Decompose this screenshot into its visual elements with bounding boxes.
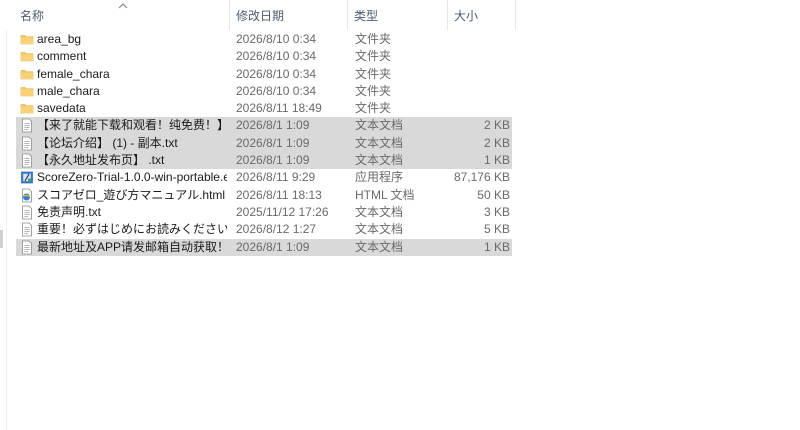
file-name: 重要！必ずはじめにお読みください！.txt [37, 222, 227, 237]
file-type: 文本文档 [355, 222, 404, 237]
file-type: 文本文档 [355, 204, 404, 219]
column-header-name-label: 名称 [20, 9, 45, 23]
text-file-icon [20, 136, 34, 151]
text-file-icon [20, 222, 34, 237]
file-type: 文件夹 [355, 101, 392, 116]
file-row[interactable]: ScoreZero-Trial-1.0.0-win-portable.exe 20… [16, 169, 512, 186]
file-date-modified: 2026/8/1 1:09 [236, 118, 310, 133]
file-row[interactable]: 重要！必ずはじめにお読みください！.txt 2026/8/12 1:27 文本文档 5… [16, 221, 512, 238]
column-header-bar: 名称 修改日期 类型 大小 [0, 0, 800, 30]
file-size [446, 66, 510, 83]
file-row[interactable]: comment 2026/8/10 0:34 文件夹 [16, 48, 512, 65]
file-date-modified: 2026/8/1 1:09 [236, 239, 310, 254]
file-row[interactable]: 【论坛介绍】 (1) - 副本.txt 2026/8/1 1:09 文本文档 2 KB [16, 134, 512, 153]
file-name: female_chara [37, 66, 110, 81]
column-header-type-label: 类型 [354, 9, 379, 23]
file-name: 【论坛介绍】 (1) - 副本.txt [37, 135, 178, 150]
file-size: 1 KB [483, 239, 510, 254]
file-row[interactable]: 【来了就能下载和观看！纯免费！】 - 副... 2026/8/1 1:09 文本文档… [16, 117, 512, 135]
file-name: male_chara [37, 83, 100, 98]
file-type: 文件夹 [355, 66, 392, 81]
file-name: comment [37, 49, 87, 64]
file-date-modified: 2026/8/10 0:34 [236, 66, 317, 81]
file-size: 3 KB [483, 204, 510, 219]
folder-icon [20, 32, 34, 47]
file-type: 应用程序 [355, 170, 404, 185]
file-row[interactable]: savedata 2026/8/11 18:49 文件夹 [16, 100, 512, 117]
text-file-icon [20, 240, 34, 255]
file-row[interactable]: female_chara 2026/8/10 0:34 文件夹 [16, 66, 512, 83]
file-size [446, 31, 510, 48]
file-type: 文本文档 [355, 239, 404, 254]
file-type: 文本文档 [355, 118, 404, 133]
file-row[interactable]: スコアゼロ_遊び方マニュアル.html 2026/8/11 18:13 HTML 文… [16, 187, 512, 204]
file-type: 文本文档 [355, 135, 404, 150]
file-size: 5 KB [483, 222, 510, 237]
file-row[interactable]: area_bg 2026/8/10 0:34 文件夹 [16, 31, 512, 48]
file-list: area_bg 2026/8/10 0:34 文件夹 comment 2026/8/10… [16, 31, 512, 256]
file-name: 最新地址及APP请发邮箱自动获取！！！... [37, 239, 227, 254]
file-size: 2 KB [483, 135, 510, 150]
file-size: 1 KB [483, 153, 510, 168]
file-date-modified: 2026/8/11 18:49 [236, 101, 322, 116]
column-header-size[interactable]: 大小 [448, 0, 516, 30]
file-size [446, 48, 510, 65]
file-date-modified: 2026/8/1 1:09 [236, 135, 310, 150]
file-name: 【永久地址发布页】 .txt [37, 153, 165, 168]
file-row[interactable]: 【永久地址发布页】 .txt 2026/8/1 1:09 文本文档 1 KB [16, 152, 512, 170]
text-file-icon [20, 118, 34, 133]
file-type: HTML 文档 [355, 187, 415, 202]
file-type: 文件夹 [355, 83, 392, 98]
text-file-icon [20, 205, 34, 220]
file-name: スコアゼロ_遊び方マニュアル.html [37, 187, 226, 202]
column-header-date[interactable]: 修改日期 [230, 0, 348, 30]
file-size: 87,176 KB [453, 170, 510, 185]
file-name: area_bg [37, 32, 82, 46]
file-type: 文件夹 [355, 32, 392, 46]
folder-icon [20, 67, 34, 82]
file-size [446, 83, 510, 100]
text-file-icon [20, 153, 34, 168]
file-size: 50 KB [477, 187, 510, 202]
folder-icon [20, 101, 34, 116]
file-row[interactable]: 免责声明.txt 2025/11/12 17:26 文本文档 3 KB [16, 204, 512, 221]
column-header-size-label: 大小 [454, 9, 479, 23]
column-header-type[interactable]: 类型 [348, 0, 448, 30]
file-row[interactable]: male_chara 2026/8/10 0:34 文件夹 [16, 83, 512, 100]
folder-icon [20, 84, 34, 99]
file-date-modified: 2026/8/10 0:34 [236, 83, 317, 98]
file-type: 文件夹 [355, 49, 392, 64]
file-name: 免责声明.txt [37, 204, 102, 219]
app-exe-icon [20, 170, 34, 185]
file-size: 2 KB [483, 118, 510, 133]
left-pane-divider [6, 0, 7, 430]
file-name: ScoreZero-Trial-1.0.0-win-portable.exe [37, 170, 227, 185]
html-file-icon [20, 188, 34, 203]
file-date-modified: 2026/8/1 1:09 [236, 153, 310, 168]
column-header-date-label: 修改日期 [236, 9, 285, 23]
file-date-modified: 2026/8/10 0:34 [236, 49, 317, 64]
file-date-modified: 2026/8/10 0:34 [236, 32, 317, 46]
file-name: 【来了就能下载和观看！纯免费！】 - 副... [37, 118, 227, 133]
file-row[interactable]: 最新地址及APP请发邮箱自动获取！！！... 2026/8/1 1:09 文本文档 1… [16, 238, 512, 256]
file-date-modified: 2026/8/11 18:13 [236, 187, 322, 202]
file-size [446, 100, 510, 117]
file-type: 文本文档 [355, 153, 404, 168]
folder-icon [20, 49, 34, 64]
pane-resize-handle[interactable] [0, 230, 3, 248]
column-header-name[interactable]: 名称 [14, 0, 230, 30]
file-date-modified: 2026/8/12 1:27 [236, 222, 317, 237]
file-name: savedata [37, 101, 86, 116]
file-date-modified: 2026/8/11 9:29 [236, 170, 316, 185]
file-date-modified: 2025/11/12 17:26 [236, 204, 329, 219]
